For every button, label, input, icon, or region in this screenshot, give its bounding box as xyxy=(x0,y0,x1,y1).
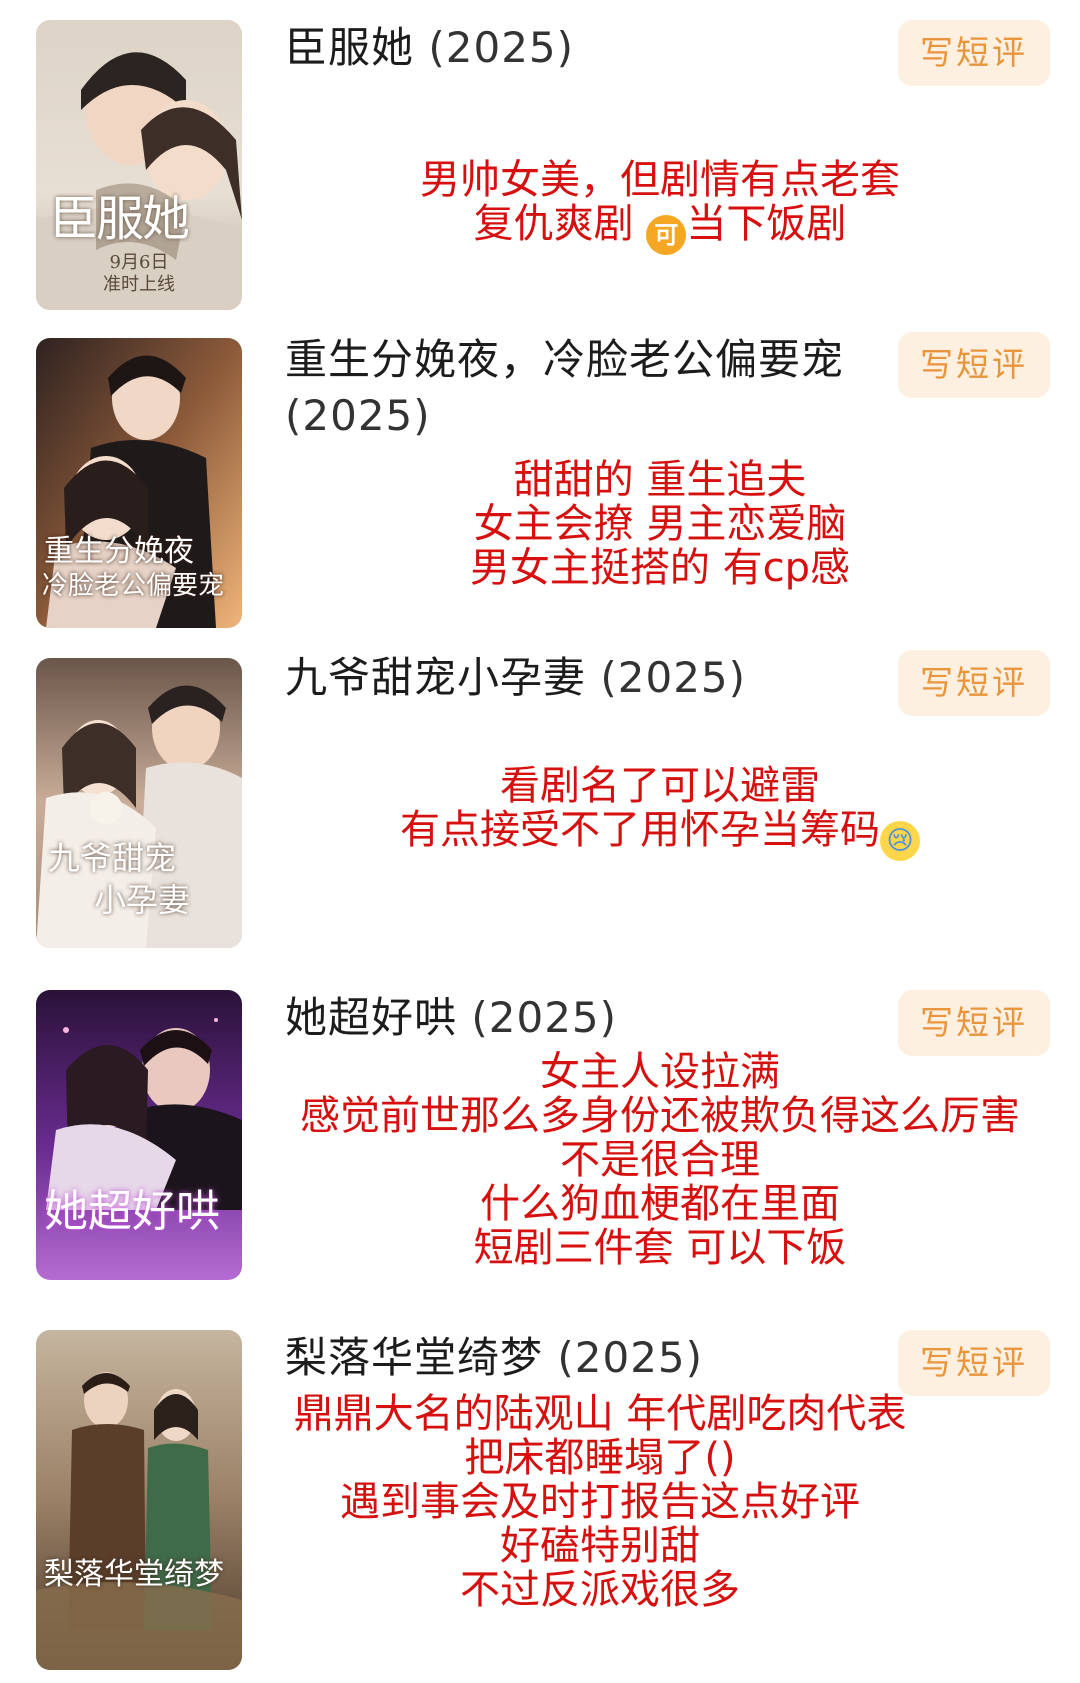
write-review-button[interactable]: 写短评 xyxy=(898,990,1050,1056)
write-review-button[interactable]: 写短评 xyxy=(898,1330,1050,1396)
review-line: 鼎鼎大名的陆观山 年代剧吃肉代表 xyxy=(293,1391,907,1437)
write-review-button[interactable]: 写短评 xyxy=(898,650,1050,716)
drama-title[interactable]: 臣服她 (2025) xyxy=(285,20,865,76)
review-text: 看剧名了可以避雷 有点接受不了用怀孕当筹码 😢 xyxy=(245,764,1075,861)
drama-title-text: 臣服她 xyxy=(285,23,415,72)
drama-title-text: 重生分娩夜，冷脸老公偏要宠 xyxy=(285,335,845,384)
review-fragment: 复仇爽剧 xyxy=(473,201,647,247)
review-line: 有点接受不了用怀孕当筹码 😢 xyxy=(245,808,1075,861)
review-line: 把床都睡塌了() xyxy=(464,1435,736,1481)
poster-image[interactable]: 她超好哄 xyxy=(36,990,242,1280)
review-line: 女主会撩 男主恋爱脑 xyxy=(473,501,847,547)
drama-year: (2025) xyxy=(285,391,431,440)
poster-image[interactable]: 臣服她 9月6日 准时上线 xyxy=(36,20,242,310)
poster-title-art: 九爷甜宠 xyxy=(48,839,177,877)
drama-title-text: 梨落华堂绮梦 xyxy=(285,1333,544,1382)
review-fragment: 有点接受不了用怀孕当筹码 xyxy=(400,807,880,853)
review-line: 短剧三件套 可以下饭 xyxy=(473,1225,847,1271)
review-line: 女主人设拉满 xyxy=(540,1049,780,1095)
review-line: 遇到事会及时打报告这点好评 xyxy=(340,1479,860,1525)
drama-title-text: 她超好哄 xyxy=(285,993,458,1042)
review-fragment: 当下饭剧 xyxy=(686,201,847,247)
review-line: 不是很合理 xyxy=(560,1137,760,1183)
poster-title-art: 臣服她 xyxy=(50,191,190,247)
list-item[interactable]: 臣服她 9月6日 准时上线 臣服她 (2025) 写短评 男帅女美，但剧情有点老… xyxy=(0,0,1080,320)
review-line: 好磕特别甜 xyxy=(500,1523,700,1569)
review-line: 男女主挺搭的 有cp感 xyxy=(469,545,851,591)
review-line: 甜甜的 重生追夫 xyxy=(513,457,807,503)
drama-title[interactable]: 梨落华堂绮梦 (2025) xyxy=(285,1330,865,1386)
poster-title-art: 她超好哄 xyxy=(44,1186,220,1237)
drama-year: (2025) xyxy=(600,653,747,702)
poster-title-art: 小孕妻 xyxy=(94,881,191,919)
write-review-button[interactable]: 写短评 xyxy=(898,20,1050,86)
review-line: 复仇爽剧 可当下饭剧 xyxy=(245,202,1075,255)
drama-year: (2025) xyxy=(471,993,618,1042)
drama-title[interactable]: 九爷甜宠小孕妻 (2025) xyxy=(285,650,865,706)
write-review-button[interactable]: 写短评 xyxy=(898,332,1050,398)
list-item[interactable]: 梨落华堂绮梦 梨落华堂绮梦 (2025) 写短评 鼎鼎大名的陆观山 年代剧吃肉代… xyxy=(0,1330,1080,1683)
review-line: 看剧名了可以避雷 xyxy=(500,763,820,809)
review-text: 女主人设拉满 感觉前世那么多身份还被欺负得这么厉害 不是很合理 什么狗血梗都在里… xyxy=(245,1050,1075,1270)
poster-title-art: 梨落华堂绮梦 xyxy=(44,1557,224,1592)
review-text: 男帅女美，但剧情有点老套 复仇爽剧 可当下饭剧 xyxy=(245,158,1075,255)
poster-image[interactable]: 重生分娩夜 冷脸老公偏要宠 xyxy=(36,338,242,628)
list-item[interactable]: 九爷甜宠 小孕妻 九爷甜宠小孕妻 (2025) 写短评 看剧名了可以避雷 有点接… xyxy=(0,650,1080,990)
poster-title-art: 重生分娩夜 xyxy=(44,534,194,569)
drama-title[interactable]: 她超好哄 (2025) xyxy=(285,990,865,1046)
drama-title-text: 九爷甜宠小孕妻 xyxy=(285,653,587,702)
ke-emoji-icon: 可 xyxy=(646,215,687,255)
poster-caption: 准时上线 xyxy=(103,274,175,295)
review-line: 感觉前世那么多身份还被欺负得这么厉害 xyxy=(300,1093,1020,1139)
poster-image[interactable]: 九爷甜宠 小孕妻 xyxy=(36,658,242,948)
crying-face-icon: 😢 xyxy=(880,821,920,861)
review-line: 不过反派戏很多 xyxy=(460,1567,740,1613)
review-text: 甜甜的 重生追夫 女主会撩 男主恋爱脑 男女主挺搭的 有cp感 xyxy=(245,458,1075,590)
review-text: 鼎鼎大名的陆观山 年代剧吃肉代表 把床都睡塌了() 遇到事会及时打报告这点好评 … xyxy=(200,1392,1000,1612)
list-item[interactable]: 她超好哄 她超好哄 (2025) 写短评 女主人设拉满 感觉前世那么多身份还被欺… xyxy=(0,990,1080,1330)
poster-title-art: 冷脸老公偏要宠 xyxy=(42,571,225,601)
review-line: 什么狗血梗都在里面 xyxy=(480,1181,840,1227)
list-item[interactable]: 重生分娩夜 冷脸老公偏要宠 重生分娩夜，冷脸老公偏要宠 (2025) 写短评 甜… xyxy=(0,320,1080,650)
drama-year: (2025) xyxy=(557,1333,704,1382)
review-line: 男帅女美，但剧情有点老套 xyxy=(420,157,900,203)
drama-title[interactable]: 重生分娩夜，冷脸老公偏要宠 (2025) xyxy=(285,332,865,444)
drama-year: (2025) xyxy=(428,23,575,72)
poster-caption: 9月6日 xyxy=(109,252,169,273)
